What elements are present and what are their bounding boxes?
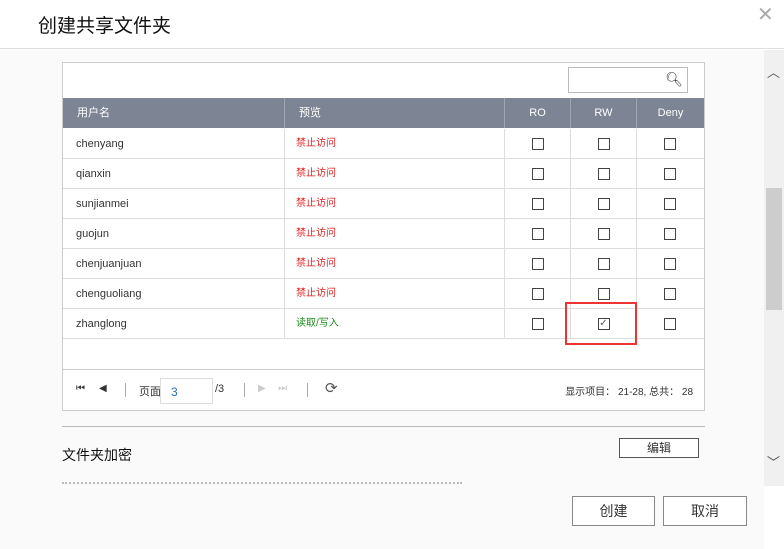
preview-cell: 禁止访问	[285, 219, 505, 248]
rw-checkbox[interactable]	[597, 137, 610, 150]
preview-cell: 禁止访问	[285, 129, 505, 158]
ro-checkbox[interactable]	[531, 197, 544, 210]
deny-cell	[637, 279, 703, 308]
deny-cell	[637, 189, 703, 218]
header-deny: Deny	[657, 107, 684, 119]
table-row: sunjianmei 禁止访问	[63, 189, 704, 219]
rw-checkbox[interactable]	[597, 287, 610, 300]
close-icon[interactable]: ✕	[757, 2, 774, 27]
username-cell: chenjuanjuan	[63, 249, 285, 278]
header-rw: RW	[571, 98, 637, 128]
ro-checkbox[interactable]	[531, 167, 544, 180]
rw-cell	[571, 129, 637, 158]
deny-checkbox[interactable]	[664, 287, 676, 300]
scrollbar-thumb[interactable]	[766, 188, 782, 310]
scroll-down-icon[interactable]: ﹀	[767, 452, 780, 471]
encryption-title: 文件夹加密	[62, 447, 132, 463]
page-input[interactable]: 3	[160, 378, 213, 404]
preview-cell: 读取/写入	[285, 309, 505, 338]
cancel-button[interactable]: 取消	[663, 496, 747, 526]
first-page-icon[interactable]: ⏮	[76, 383, 85, 394]
deny-cell	[637, 129, 703, 158]
pagination-summary: 显示项目： 21-28, 总共： 28	[565, 387, 693, 398]
preview-cell: 禁止访问	[285, 189, 505, 218]
ro-cell	[505, 279, 571, 308]
scrollbar[interactable]: ︿ ﹀	[764, 50, 784, 486]
pagination-bar: ⏮ ◀ 页面 3 /3 ▶ ⏭ ⟳ 显示项目： 21-28, 总共： 28	[63, 369, 704, 410]
table-header: 用户名 预览 RO RW Deny	[63, 98, 704, 128]
table-row: chenjuanjuan 禁止访问	[63, 249, 704, 279]
ro-checkbox[interactable]	[531, 257, 544, 270]
username-cell: chenguoliang	[63, 279, 285, 308]
username-cell: chenyang	[63, 129, 285, 158]
rw-cell	[571, 159, 637, 188]
deny-checkbox[interactable]	[664, 257, 676, 270]
divider	[125, 383, 126, 397]
username-cell: guojun	[63, 219, 285, 248]
prev-page-icon[interactable]: ◀	[99, 383, 107, 394]
rw-cell	[571, 219, 637, 248]
scroll-up-icon[interactable]: ︿	[767, 62, 780, 81]
deny-checkbox[interactable]	[664, 137, 676, 150]
deny-cell	[637, 159, 703, 188]
preview-cell: 禁止访问	[285, 249, 505, 278]
last-page-icon[interactable]: ⏭	[278, 383, 287, 394]
username-cell: sunjianmei	[63, 189, 285, 218]
dialog-titlebar: 创建共享文件夹 ✕	[0, 0, 784, 49]
ro-cell	[505, 249, 571, 278]
highlight-box	[565, 302, 637, 345]
next-page-icon[interactable]: ▶	[258, 383, 266, 394]
ro-checkbox[interactable]	[531, 287, 544, 300]
create-button[interactable]: 创建	[572, 496, 655, 526]
rw-cell	[571, 189, 637, 218]
rw-checkbox[interactable]	[597, 167, 610, 180]
ro-cell	[505, 189, 571, 218]
edit-button[interactable]: 编辑	[619, 438, 699, 458]
dialog-title: 创建共享文件夹	[38, 16, 172, 37]
deny-checkbox[interactable]	[664, 197, 676, 210]
ro-checkbox[interactable]	[531, 137, 544, 150]
divider	[307, 383, 308, 397]
username-cell: zhanglong	[63, 309, 285, 338]
deny-cell	[637, 249, 703, 278]
username-cell: qianxin	[63, 159, 285, 188]
ro-cell	[505, 129, 571, 158]
page-label: 页面	[139, 386, 161, 398]
ro-cell	[505, 309, 571, 338]
deny-checkbox[interactable]	[664, 227, 676, 240]
deny-checkbox[interactable]	[664, 317, 676, 330]
ro-cell	[505, 159, 571, 188]
rw-checkbox[interactable]	[597, 227, 610, 240]
header-preview: 预览	[285, 98, 505, 128]
table-row: chenyang 禁止访问	[63, 129, 704, 159]
deny-cell	[637, 309, 703, 338]
refresh-icon[interactable]: ⟳	[325, 379, 338, 397]
header-ro: RO	[505, 98, 571, 128]
preview-cell: 禁止访问	[285, 279, 505, 308]
total-pages: /3	[215, 383, 225, 395]
search-icon[interactable]: 🔍︎	[665, 71, 683, 88]
preview-cell: 禁止访问	[285, 159, 505, 188]
rw-checkbox[interactable]	[597, 197, 610, 210]
section-divider	[62, 426, 705, 427]
truncated-text	[62, 482, 462, 484]
rw-cell	[571, 249, 637, 278]
ro-checkbox[interactable]	[531, 317, 544, 330]
header-username: 用户名	[63, 98, 285, 128]
rw-checkbox[interactable]	[597, 257, 610, 270]
divider	[244, 383, 245, 397]
deny-cell	[637, 219, 703, 248]
search-input[interactable]: 🔍︎	[568, 67, 688, 93]
table-row: qianxin 禁止访问	[63, 159, 704, 189]
ro-checkbox[interactable]	[531, 227, 544, 240]
table-row: guojun 禁止访问	[63, 219, 704, 249]
ro-cell	[505, 219, 571, 248]
deny-checkbox[interactable]	[664, 167, 676, 180]
user-permission-panel: 🔍︎ 用户名 预览 RO RW Deny chenyang 禁止访问 qianxi…	[62, 62, 705, 411]
